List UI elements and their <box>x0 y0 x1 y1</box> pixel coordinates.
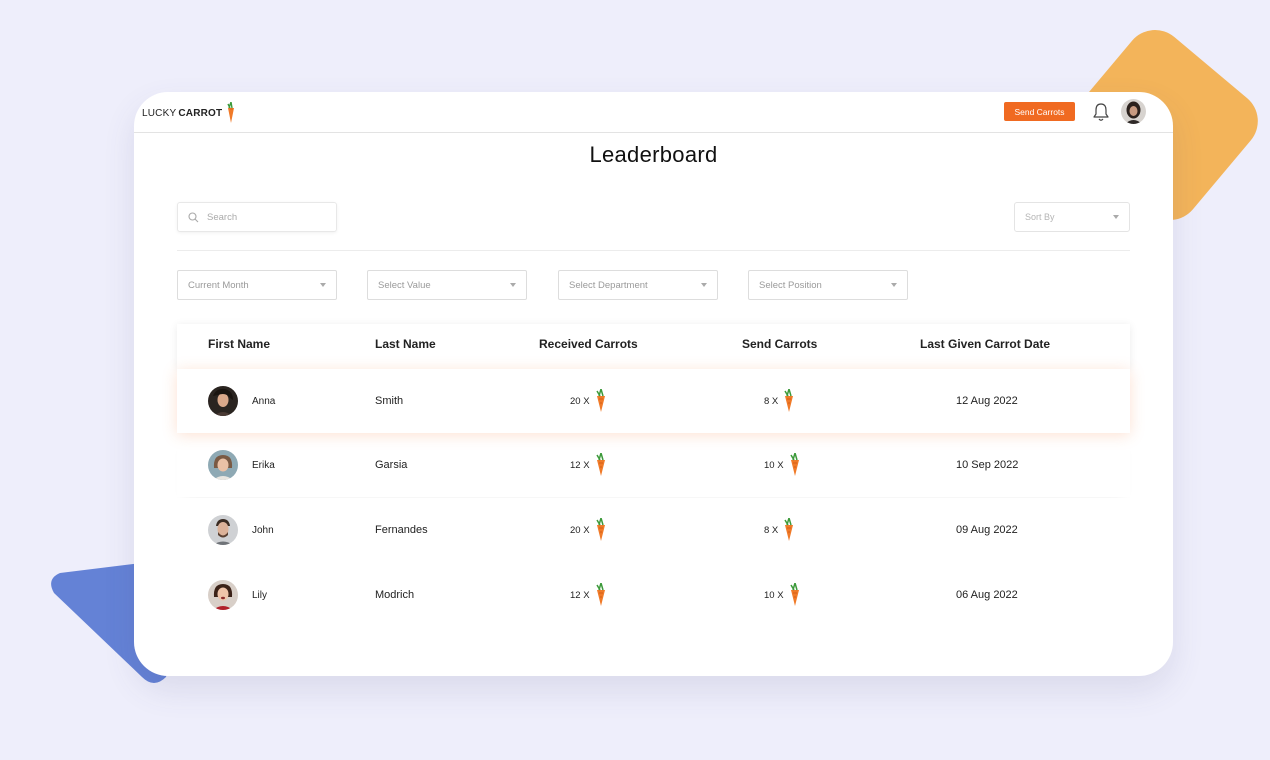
send-carrots-count: 8 X <box>764 524 779 536</box>
app-window: LUCKY CARROT Send Carrots Leaderboard Se… <box>134 92 1173 676</box>
avatar <box>208 386 238 416</box>
send-carrots-count: 8 X <box>764 395 779 407</box>
column-header-last-given-date[interactable]: Last Given Carrot Date <box>920 324 1050 369</box>
received-carrots-count: 12 X <box>570 589 590 601</box>
logo-text-lucky: LUCKY <box>142 107 177 119</box>
filter-month-dropdown[interactable]: Current Month <box>177 270 337 300</box>
carrot-icon <box>789 583 799 606</box>
carrot-icon <box>789 453 799 476</box>
chevron-down-icon <box>510 283 516 287</box>
table-row[interactable]: Erika Garsia 12 X 10 X 10 Sep 2022 <box>177 433 1130 497</box>
first-name: Erika <box>252 459 275 471</box>
carrot-icon <box>595 389 605 412</box>
last-given-date: 06 Aug 2022 <box>956 589 1018 601</box>
filter-label: Select Position <box>759 279 822 291</box>
chevron-down-icon <box>701 283 707 287</box>
send-carrots-button[interactable]: Send Carrots <box>1004 102 1075 121</box>
table-row[interactable]: John Fernandes 20 X 8 X 09 Aug 2022 <box>177 498 1130 562</box>
logo-text-carrot: CARROT <box>178 107 223 119</box>
table-row[interactable]: Lily Modrich 12 X 10 X 06 Aug 2022 <box>177 563 1130 627</box>
first-name: Anna <box>252 395 276 407</box>
filter-label: Current Month <box>188 279 249 291</box>
user-avatar[interactable] <box>1121 99 1146 124</box>
bell-icon[interactable] <box>1092 102 1110 122</box>
sort-by-label: Sort By <box>1025 212 1055 222</box>
top-navigation-bar: LUCKY CARROT Send Carrots <box>134 92 1173 133</box>
carrot-icon <box>784 518 794 541</box>
page-title: Leaderboard <box>589 142 718 167</box>
carrot-icon <box>595 583 605 606</box>
carrot-icon <box>595 453 605 476</box>
table-row[interactable]: Anna Smith 20 X 8 X 12 Aug 2022 <box>177 369 1130 433</box>
filter-label: Select Department <box>569 279 648 291</box>
column-header-last-name[interactable]: Last Name <box>375 324 436 369</box>
last-given-date: 10 Sep 2022 <box>956 459 1019 471</box>
leaderboard-table: First Name Last Name Received Carrots Se… <box>177 324 1130 627</box>
search-placeholder: Search <box>207 211 238 223</box>
search-icon <box>188 211 199 222</box>
last-given-date: 12 Aug 2022 <box>956 395 1018 407</box>
avatar <box>208 515 238 545</box>
last-name: Modrich <box>375 589 415 601</box>
logo[interactable]: LUCKY CARROT <box>142 102 235 124</box>
column-header-first-name[interactable]: First Name <box>208 324 270 369</box>
first-name: John <box>252 524 274 536</box>
sort-by-dropdown[interactable]: Sort By <box>1014 202 1130 232</box>
table-header: First Name Last Name Received Carrots Se… <box>177 324 1130 369</box>
filter-department-dropdown[interactable]: Select Department <box>558 270 718 300</box>
chevron-down-icon <box>1113 215 1119 219</box>
carrot-icon <box>784 389 794 412</box>
last-name: Garsia <box>375 459 408 471</box>
column-header-send-carrots[interactable]: Send Carrots <box>742 324 817 369</box>
filter-value-dropdown[interactable]: Select Value <box>367 270 527 300</box>
search-input[interactable]: Search <box>177 202 337 232</box>
filter-position-dropdown[interactable]: Select Position <box>748 270 908 300</box>
avatar <box>208 450 238 480</box>
received-carrots-count: 12 X <box>570 459 590 471</box>
received-carrots-count: 20 X <box>570 395 590 407</box>
first-name: Lily <box>252 589 268 601</box>
chevron-down-icon <box>320 283 326 287</box>
send-carrots-count: 10 X <box>764 589 784 601</box>
carrot-icon <box>227 102 235 123</box>
avatar <box>208 580 238 610</box>
filter-label: Select Value <box>378 279 431 291</box>
chevron-down-icon <box>891 283 897 287</box>
send-carrots-count: 10 X <box>764 459 784 471</box>
carrot-icon <box>595 518 605 541</box>
divider <box>177 250 1130 251</box>
last-given-date: 09 Aug 2022 <box>956 524 1018 536</box>
column-header-received-carrots[interactable]: Received Carrots <box>539 324 638 369</box>
last-name: Smith <box>375 395 404 407</box>
last-name: Fernandes <box>375 524 428 536</box>
received-carrots-count: 20 X <box>570 524 590 536</box>
